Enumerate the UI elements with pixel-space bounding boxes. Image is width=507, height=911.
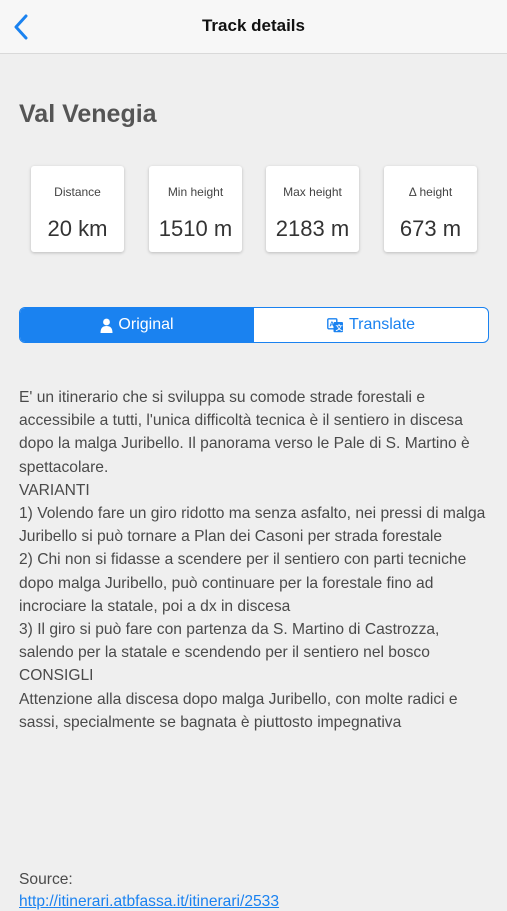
person-icon — [100, 318, 113, 333]
stat-value: 2183 m — [275, 216, 350, 241]
stat-value: 20 km — [47, 216, 108, 241]
svg-text:A: A — [329, 321, 334, 328]
tab-translate[interactable]: A 文 Translate — [254, 308, 488, 342]
stat-card-max-height: Max height 2183 m — [266, 166, 359, 252]
track-name: Val Venegia — [19, 100, 157, 128]
stat-card-distance: Distance 20 km — [31, 166, 124, 252]
stat-label: Max height — [283, 185, 342, 199]
svg-text:文: 文 — [336, 323, 344, 332]
stat-card-delta-height: Δ height 673 m — [384, 166, 477, 252]
stat-card-min-height: Min height 1510 m — [149, 166, 242, 252]
translate-icon: A 文 — [327, 317, 344, 332]
stat-label: Min height — [167, 185, 224, 199]
stat-value: 673 m — [399, 216, 462, 241]
stat-label: Distance — [54, 185, 101, 199]
source-label: Source: — [19, 871, 73, 888]
stat-value: 1510 m — [158, 216, 233, 241]
stat-label: Δ height — [408, 185, 453, 199]
tab-original-label: Original — [118, 316, 174, 333]
language-segmented-control: Original A 文 Translate — [19, 307, 489, 343]
page-title: Track details — [201, 16, 305, 35]
track-description: E' un itinerario che si sviluppa su como… — [19, 389, 486, 731]
tab-translate-label: Translate — [348, 316, 416, 333]
source-link[interactable]: http://itinerari.atbfassa.it/itinerari/2… — [19, 893, 489, 911]
stats-row: Distance 20 km Min height 1510 m Max hei… — [31, 166, 477, 252]
tab-original[interactable]: Original — [20, 308, 254, 342]
navigation-bar: Track details — [0, 0, 507, 54]
